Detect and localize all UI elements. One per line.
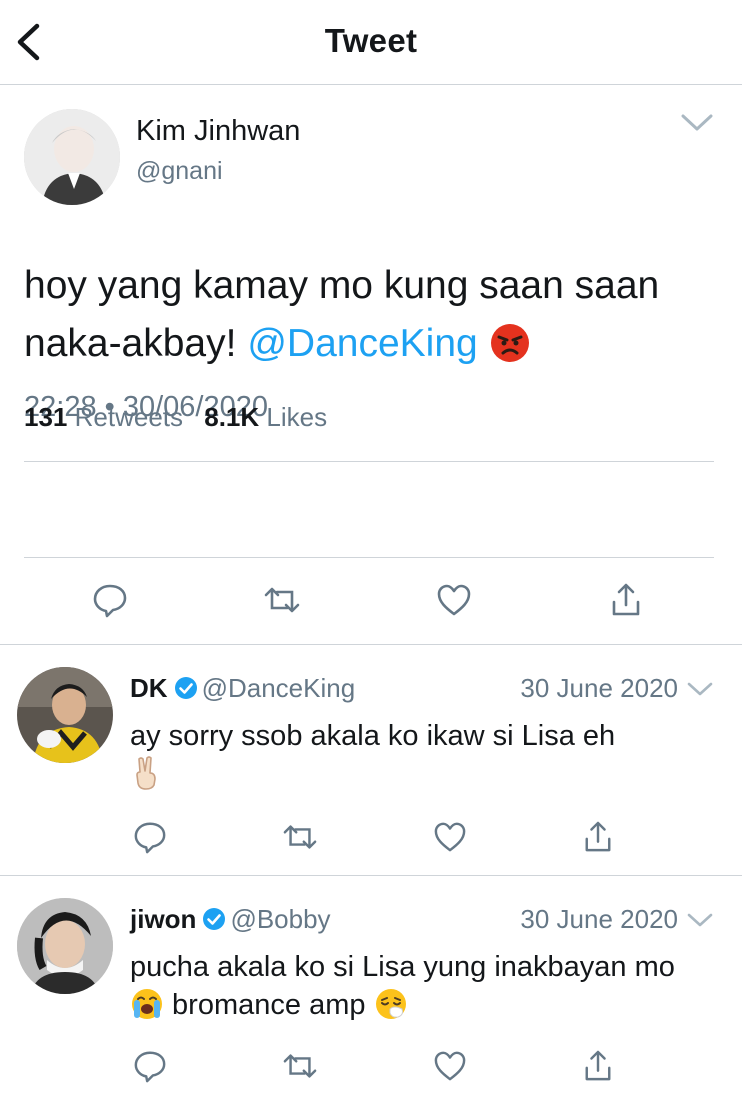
like-button[interactable]	[430, 817, 470, 857]
author-avatar[interactable]	[24, 109, 120, 205]
angry-face-emoji	[489, 317, 531, 375]
reply-options-button[interactable]	[686, 681, 714, 702]
sneezing-face-emoji	[374, 987, 408, 1025]
verified-icon	[203, 908, 226, 930]
reply-icon	[93, 584, 127, 618]
retweet-button[interactable]	[262, 580, 302, 620]
retweet-button[interactable]	[280, 1046, 320, 1086]
reply-date: 30 June 2020	[520, 673, 678, 703]
chevron-down-icon	[681, 114, 713, 131]
likes-count[interactable]: 8.1K	[204, 402, 259, 432]
loudly-crying-face-emoji	[130, 987, 164, 1025]
divider	[24, 461, 714, 462]
reply-tweet[interactable]: jiwon @Bobby 30 June 2020 pucha akala ko …	[0, 876, 742, 1107]
reply-header: jiwon @Bobby	[130, 904, 331, 938]
reply-text: pucha akala ko si Lisa yung inakbayan mo…	[130, 948, 710, 1025]
like-button[interactable]	[430, 1046, 470, 1086]
author-name[interactable]: Kim Jinhwan	[136, 115, 300, 148]
likes-label[interactable]: Likes	[266, 402, 327, 432]
reply-author-handle[interactable]: @DanceKing	[202, 673, 356, 703]
reply-text-body: pucha akala ko si Lisa yung inakbayan mo	[130, 951, 675, 983]
reply-text-body: ay sorry ssob akala ko ikaw si Lisa eh	[130, 720, 616, 752]
retweet-icon	[264, 587, 300, 613]
retweets-label[interactable]: Retweets	[75, 402, 183, 432]
reply-author-name[interactable]: DK	[130, 673, 168, 703]
reply-avatar[interactable]	[17, 898, 113, 994]
share-icon	[585, 1050, 611, 1081]
share-button[interactable]	[606, 580, 646, 620]
share-icon	[585, 821, 611, 852]
retweet-button[interactable]	[280, 817, 320, 857]
reply-text: ay sorry ssob akala ko ikaw si Lisa eh	[130, 717, 710, 801]
retweets-count[interactable]: 131	[24, 402, 67, 432]
top-bar: Tweet	[0, 0, 742, 85]
tweet-options-button[interactable]	[680, 113, 714, 138]
like-icon	[437, 584, 471, 616]
mention-link[interactable]: @DanceKing	[247, 322, 477, 365]
verified-badge	[174, 676, 198, 707]
tweet-text: hoy yang kamay mo kung saan saan naka-ak…	[24, 257, 724, 375]
reply-header: DK @DanceKing	[130, 673, 355, 707]
reply-options-button[interactable]	[686, 912, 714, 933]
reply-button[interactable]	[130, 1046, 170, 1086]
reply-button[interactable]	[130, 817, 170, 857]
author-handle[interactable]: @gnani	[136, 157, 223, 186]
chevron-down-icon	[687, 682, 713, 696]
reply-avatar[interactable]	[17, 667, 113, 763]
retweet-icon	[283, 825, 317, 849]
share-button[interactable]	[578, 1046, 618, 1086]
verified-badge	[202, 907, 226, 938]
chevron-down-icon	[687, 913, 713, 927]
reply-button[interactable]	[90, 580, 130, 620]
reply-author-handle[interactable]: @Bobby	[230, 904, 330, 934]
reply-text-body-2: bromance amp	[164, 989, 374, 1021]
retweet-icon	[283, 1054, 317, 1078]
reply-date: 30 June 2020	[520, 904, 678, 934]
reply-icon	[134, 822, 166, 854]
victory-hand-emoji	[130, 755, 162, 801]
share-button[interactable]	[578, 817, 618, 857]
reply-icon	[134, 1051, 166, 1083]
divider	[24, 557, 714, 558]
page-title: Tweet	[324, 22, 418, 59]
tweet-stats: 131 Retweets 8.1K Likes	[24, 402, 341, 433]
verified-icon	[174, 677, 197, 699]
reply-tweet[interactable]: DK @DanceKing 30 June 2020 ay sorry ssob …	[0, 645, 742, 875]
share-icon	[612, 583, 640, 616]
like-icon	[434, 822, 466, 852]
like-icon	[434, 1051, 466, 1081]
like-button[interactable]	[434, 580, 474, 620]
reply-author-name[interactable]: jiwon	[130, 904, 196, 934]
